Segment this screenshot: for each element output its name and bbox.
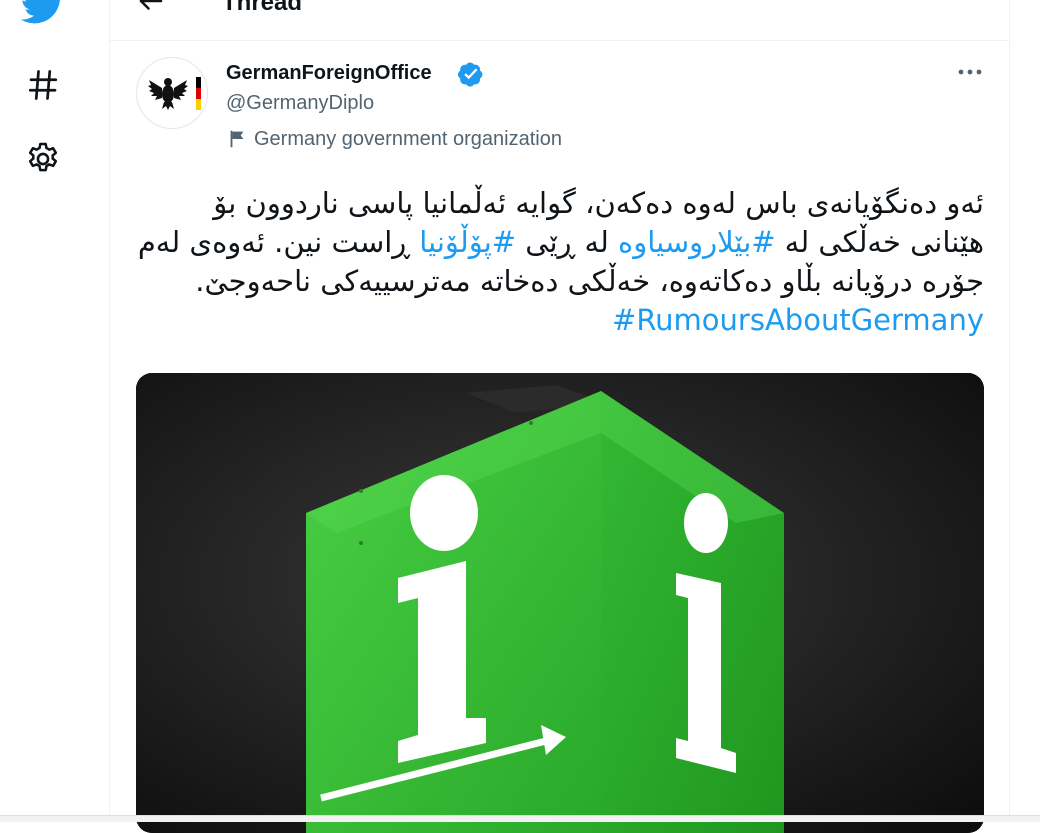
- tweet-text: ئەو دەنگۆیانەی باس لەوە دەکەن، گوایە ئەڵ…: [136, 184, 984, 340]
- tweet-text-part2: لە ڕێی: [525, 225, 609, 259]
- gear-icon: [28, 142, 58, 172]
- back-button[interactable]: [136, 0, 166, 16]
- info-sign-image: [136, 373, 984, 833]
- page-title: Thread: [222, 0, 303, 16]
- hashtag-icon: [28, 70, 58, 100]
- more-options-button[interactable]: [954, 58, 986, 86]
- author-handle[interactable]: @GermanyDiplo: [226, 90, 374, 116]
- tweet-media-image[interactable]: [136, 373, 984, 833]
- settings-link[interactable]: [16, 132, 70, 186]
- verified-badge-icon: [458, 62, 483, 87]
- government-label: Germany government organization: [226, 126, 562, 152]
- hashtag-link-belarus[interactable]: #بێلاروسیاوە: [618, 225, 776, 259]
- thread-header: Thread: [110, 0, 1009, 41]
- explore-link[interactable]: [16, 58, 70, 112]
- flag-icon: [230, 130, 244, 148]
- twitter-home-link[interactable]: [16, 0, 70, 32]
- arrow-left-icon: [139, 0, 163, 10]
- federal-eagle-logo: [148, 77, 201, 110]
- twitter-bird-icon: [21, 0, 60, 24]
- avatar[interactable]: [136, 57, 208, 129]
- hashtag-link-rumours[interactable]: #RumoursAboutGermany: [612, 303, 984, 337]
- thread-column: Thread GermanForeignOffice @GermanyDiplo…: [109, 0, 1010, 833]
- ellipsis-icon: [958, 69, 982, 75]
- left-navigation: [0, 0, 110, 821]
- hashtag-link-poland[interactable]: #پۆڵۆنیا: [419, 225, 516, 259]
- author-name[interactable]: GermanForeignOffice: [226, 61, 432, 85]
- government-label-text: Germany government organization: [254, 128, 562, 150]
